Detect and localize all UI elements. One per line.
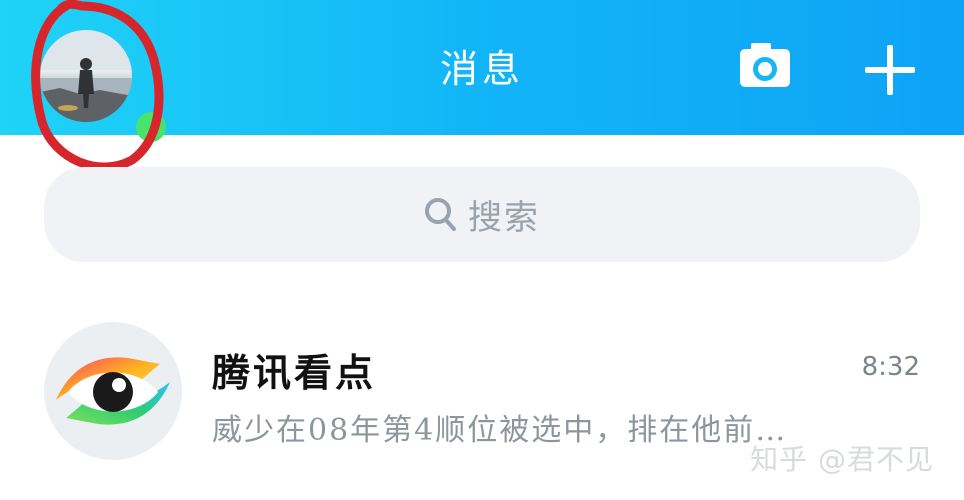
camera-button[interactable]: [737, 40, 793, 92]
conversation-time: 8:32: [861, 352, 920, 382]
conversation-avatar: [44, 322, 182, 460]
header-bar: 消息: [0, 0, 964, 142]
watermark: 知乎 @君不见: [750, 443, 934, 476]
eye-icon: [56, 357, 170, 425]
page-title: 消息: [439, 47, 524, 91]
search-icon: [425, 197, 456, 231]
conversation-preview: 威少在08年第4顺位被选中，排在他前…: [212, 413, 788, 448]
online-status-dot: [136, 112, 166, 142]
add-button[interactable]: [862, 42, 918, 98]
camera-icon: [740, 43, 790, 87]
plus-icon: [865, 45, 915, 95]
search-bar[interactable]: 搜索: [44, 167, 920, 262]
search-placeholder: 搜索: [468, 198, 540, 238]
conversation-title: 腾讯看点: [212, 350, 377, 395]
